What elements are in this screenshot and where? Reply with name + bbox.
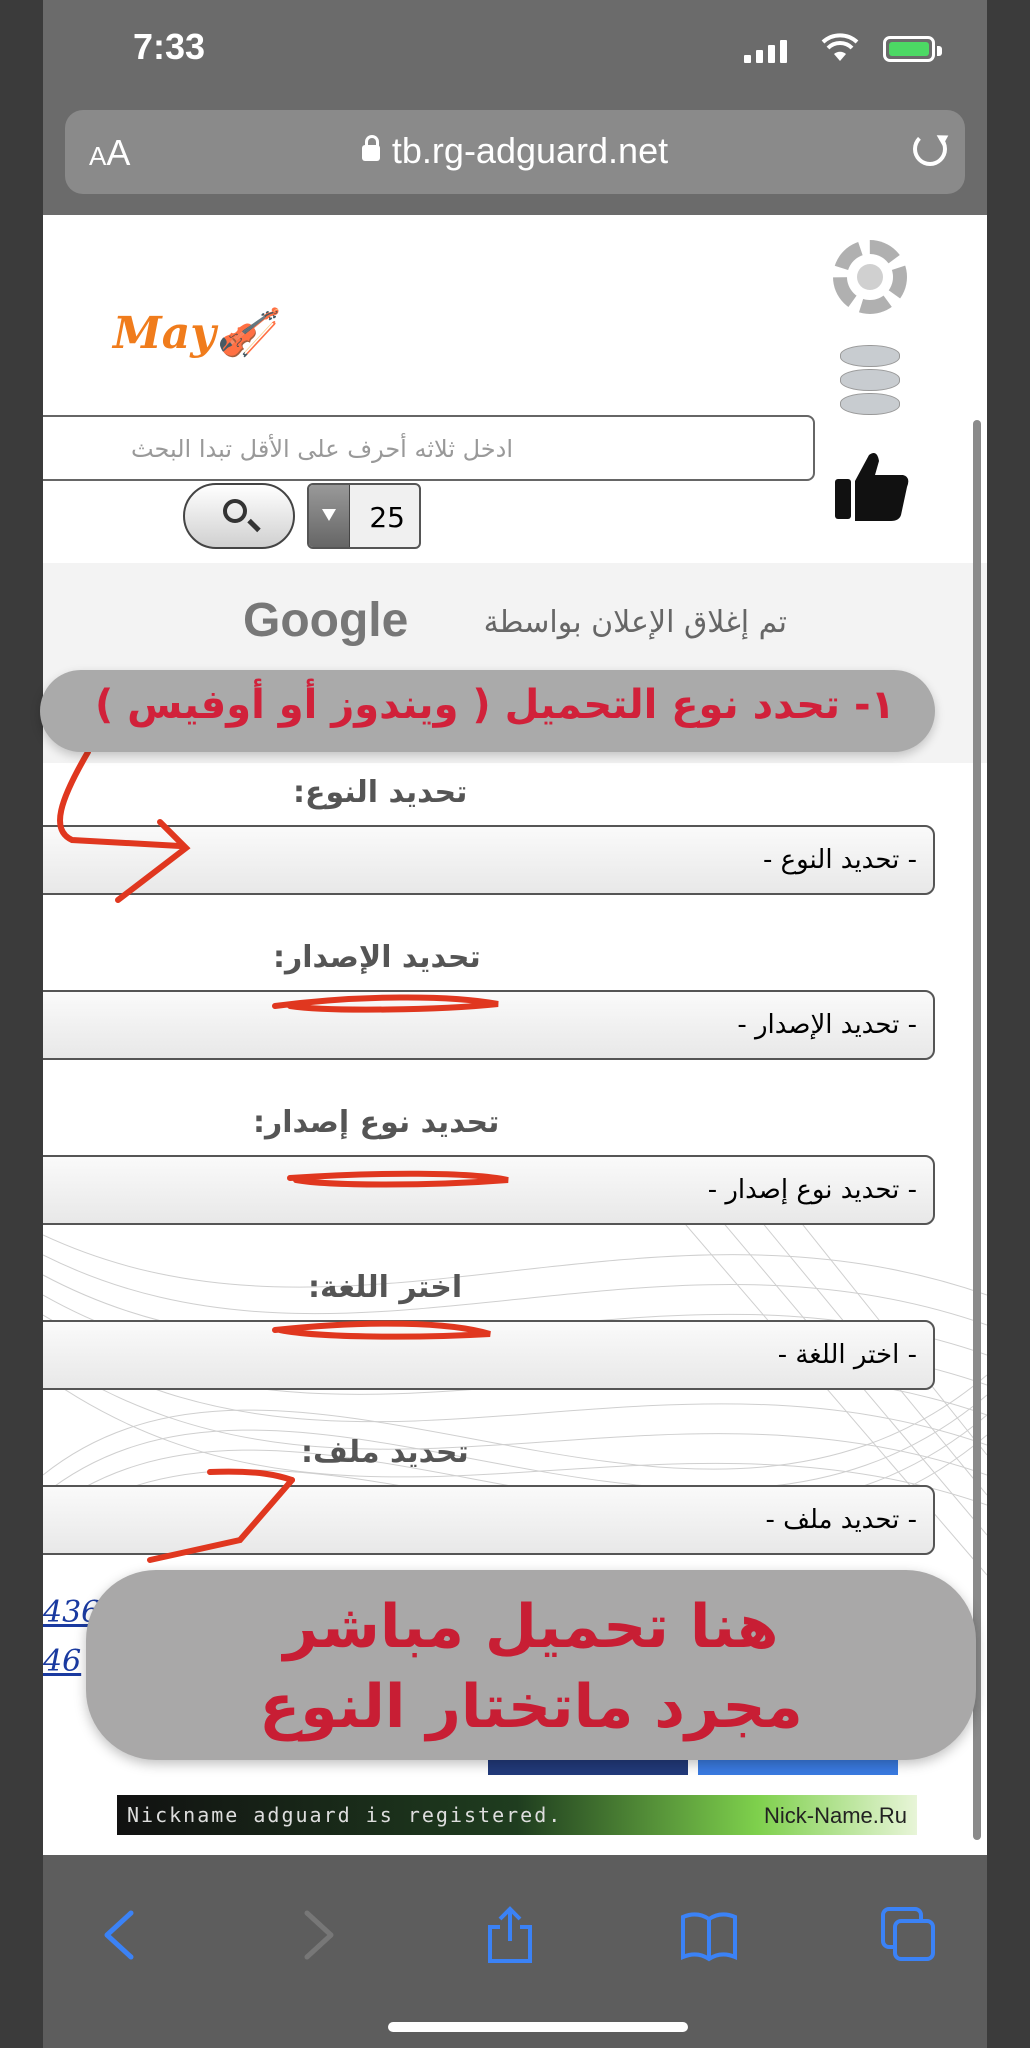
annotation-arrow (207, 1468, 295, 1483)
share-icon[interactable] (480, 1905, 540, 1965)
annotation-underline (272, 1320, 491, 1340)
back-icon[interactable] (93, 1905, 153, 1965)
tabs-icon[interactable] (879, 1905, 939, 1965)
forward-icon[interactable] (285, 1905, 345, 1965)
annotation-banner-top: ١- تحدد نوع التحميل ( ويندوز أو أوفيس ) (40, 670, 935, 752)
home-indicator[interactable] (388, 2022, 688, 2032)
bookmarks-icon[interactable] (679, 1905, 739, 1965)
annotation-underline (272, 994, 499, 1013)
annotation-underline (287, 1170, 509, 1188)
annotation-arrow (147, 1477, 295, 1563)
browser-toolbar (43, 1855, 987, 2048)
annotation-arrow (115, 819, 191, 903)
annotation-arrow (57, 749, 183, 849)
annotation-banner-bottom: هنا تحميل مباشر مجرد ماتختار النوع (86, 1570, 976, 1760)
